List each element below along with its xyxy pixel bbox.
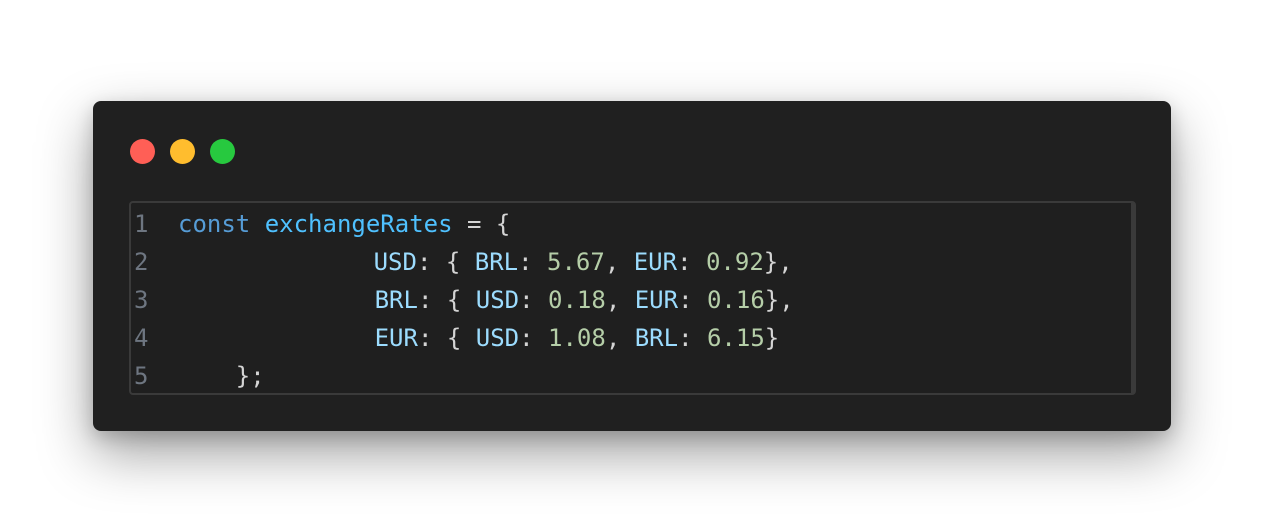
code-token: } — [764, 324, 780, 352]
code-token: : { — [416, 248, 475, 276]
code-token: EUR — [374, 324, 418, 352]
line-number: 4 — [134, 324, 149, 352]
line-number: 3 — [134, 286, 149, 314]
code-text: BRL: { USD: 0.18, EUR: 0.16}, — [259, 281, 794, 319]
code-text: USD: { BRL: 5.67, EUR: 0.92}, — [258, 243, 793, 281]
code-token: : — [678, 324, 707, 352]
line-number: 5 — [134, 362, 149, 390]
code-token: EUR — [634, 286, 679, 314]
close-dot-icon[interactable] — [130, 139, 155, 164]
code-token: BRL — [474, 248, 519, 276]
window-controls — [130, 139, 235, 164]
code-token: EUR — [633, 248, 678, 276]
code-token: 6.15 — [706, 324, 765, 352]
code-token: const — [178, 210, 251, 238]
code-text: }; — [178, 357, 265, 393]
code-token: }, — [764, 286, 794, 314]
code-token: 5.67 — [547, 248, 605, 276]
code-token: 0.16 — [706, 286, 765, 314]
code-token: , — [604, 248, 634, 276]
code-token: : — [678, 286, 707, 314]
canvas: 1 const exchangeRates = {2 USD: { BRL: 5.… — [0, 0, 1262, 530]
code-token: , — [605, 324, 635, 352]
minimize-dot-icon[interactable] — [170, 139, 195, 164]
code-token: 0.18 — [548, 286, 606, 314]
code-text: const exchangeRates = { — [178, 205, 510, 243]
code-text: EUR: { USD: 1.08, BRL: 6.15} — [259, 319, 780, 357]
code-token: : { — [417, 324, 476, 352]
code-token: USD — [373, 248, 417, 276]
code-token: : — [518, 248, 548, 276]
code-token: USD — [475, 324, 520, 352]
code-token: USD — [475, 286, 520, 314]
code-token: : — [677, 248, 706, 276]
maximize-dot-icon[interactable] — [210, 139, 235, 164]
code-token: : { — [417, 286, 476, 314]
line-number: 2 — [134, 248, 149, 276]
code-token: BRL — [634, 324, 679, 352]
code-window: 1 const exchangeRates = {2 USD: { BRL: 5.… — [93, 101, 1171, 431]
code-token: : — [519, 324, 549, 352]
code-token: 1.08 — [548, 324, 606, 352]
code-editor[interactable]: 1 const exchangeRates = {2 USD: { BRL: 5.… — [129, 201, 1136, 395]
line-number: 1 — [134, 210, 149, 238]
code-token: exchangeRates — [264, 210, 453, 238]
code-token: }; — [235, 362, 265, 390]
code-token: : — [519, 286, 549, 314]
code-token: , — [605, 286, 635, 314]
code-token: = { — [452, 210, 511, 238]
code-token: BRL — [374, 286, 418, 314]
code-token: 0.92 — [705, 248, 764, 276]
code-token: }, — [763, 248, 793, 276]
